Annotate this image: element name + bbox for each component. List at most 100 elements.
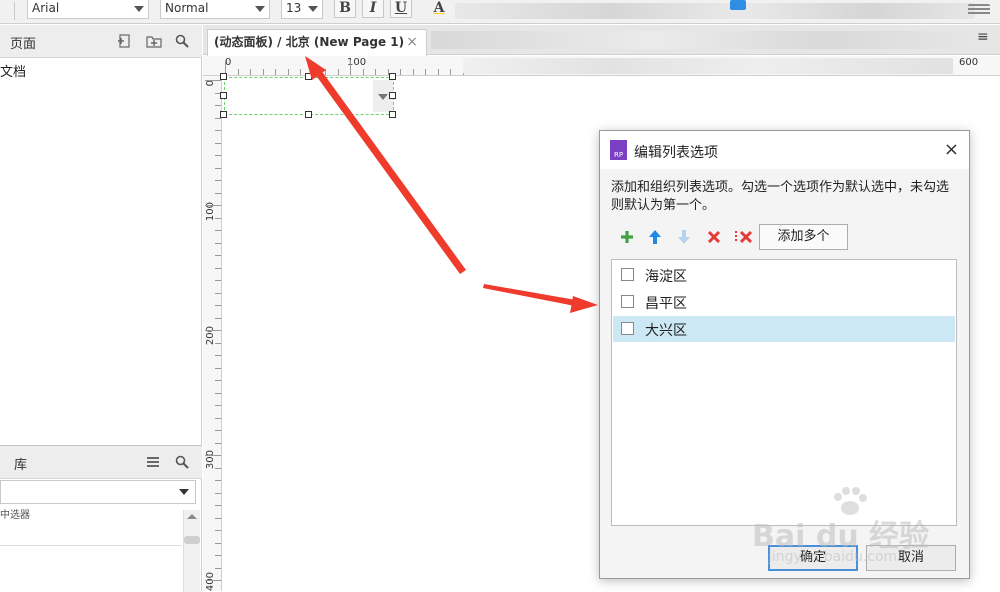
font-size-select[interactable]: 13 xyxy=(281,0,323,19)
ruler-tick xyxy=(215,392,221,394)
arrow-up-icon[interactable] xyxy=(647,229,663,245)
ruler-tick xyxy=(205,580,221,581)
search-icon[interactable] xyxy=(175,34,189,48)
delete-all-icon[interactable] xyxy=(734,229,754,245)
ruler-tick xyxy=(215,142,221,144)
watermark-url: jingyan.baidu.com xyxy=(768,549,898,565)
search-icon[interactable] xyxy=(175,455,189,469)
ruler-tick xyxy=(215,567,221,569)
ruler-tick xyxy=(362,69,364,75)
baidu-watermark: Bai du 经验 jingyan.baidu.com xyxy=(752,487,952,569)
option-checkbox[interactable] xyxy=(621,295,634,308)
ruler-tick xyxy=(215,367,221,369)
resize-handle[interactable] xyxy=(389,111,396,118)
ruler-tick xyxy=(437,69,439,75)
ruler-tick xyxy=(215,380,221,381)
ruler-tick xyxy=(215,405,221,406)
option-label: 海淀区 xyxy=(645,269,687,285)
page-tree-item-document[interactable]: 文档 xyxy=(0,61,26,80)
document-tab-bar: (动态面板) / 北京 (New Page 1) × ≡ xyxy=(203,25,1000,56)
close-icon[interactable]: × xyxy=(406,30,418,54)
chevron-down-icon xyxy=(308,6,318,12)
bold-button[interactable]: B xyxy=(334,0,356,18)
more-options-icon[interactable] xyxy=(968,4,990,16)
tab-new-page-1[interactable]: (动态面板) / 北京 (New Page 1) × xyxy=(207,29,427,56)
tab-menu-icon[interactable]: ≡ xyxy=(977,29,989,45)
ruler-tick xyxy=(215,555,221,556)
scroll-up-icon[interactable] xyxy=(187,514,197,519)
ruler-tick xyxy=(425,69,426,75)
option-checkbox[interactable] xyxy=(621,322,634,335)
resize-handle[interactable] xyxy=(220,111,227,118)
ruler-tick xyxy=(215,167,221,169)
ruler-tick xyxy=(215,292,221,294)
ruler-tick xyxy=(400,69,401,75)
text-color-button[interactable]: A xyxy=(428,0,450,18)
ruler-label: 400 xyxy=(205,572,216,592)
ruler-tick xyxy=(215,355,221,356)
pages-panel-header: 页面 xyxy=(0,25,202,58)
ruler-tick xyxy=(215,430,221,431)
underline-button[interactable]: U xyxy=(390,0,412,18)
dropdown-widget[interactable] xyxy=(224,77,394,115)
italic-button[interactable]: I xyxy=(362,0,384,18)
scrollbar-thumb[interactable] xyxy=(184,536,200,544)
ruler-tick xyxy=(325,69,326,75)
ruler-tick xyxy=(215,192,221,194)
ruler-tick xyxy=(300,69,301,75)
ruler-tick xyxy=(275,69,276,75)
ruler-tick xyxy=(450,69,451,75)
ruler-tick xyxy=(215,130,221,131)
ruler-tick xyxy=(375,69,376,75)
chevron-down-icon xyxy=(179,489,189,495)
library-scrollbar[interactable] xyxy=(183,510,200,592)
ruler-tick xyxy=(312,69,314,75)
blurred-toolbar-area xyxy=(455,3,975,19)
list-item[interactable]: 大兴区 xyxy=(613,316,955,342)
font-family-select[interactable]: Arial xyxy=(27,0,149,19)
resize-handle[interactable] xyxy=(305,73,312,80)
close-icon[interactable]: × xyxy=(944,139,959,160)
resize-handle[interactable] xyxy=(220,73,227,80)
list-item[interactable]: 海淀区 xyxy=(613,262,955,288)
add-folder-icon[interactable] xyxy=(146,34,162,48)
ruler-tick xyxy=(215,467,221,469)
ruler-tick xyxy=(287,69,289,75)
ruler-tick xyxy=(215,492,221,494)
menu-icon[interactable] xyxy=(146,455,160,469)
ruler-tick xyxy=(337,69,339,75)
resize-handle[interactable] xyxy=(389,92,396,99)
ruler-tick xyxy=(412,69,414,75)
ruler-tick xyxy=(215,267,221,269)
font-family-value: Arial xyxy=(32,1,60,15)
ruler-tick xyxy=(215,317,221,319)
add-multiple-button[interactable]: 添加多个 xyxy=(759,224,848,250)
font-style-value: Normal xyxy=(165,1,209,15)
ruler-tick xyxy=(215,155,221,156)
ruler-tick xyxy=(215,255,221,256)
ruler-tick xyxy=(215,280,221,281)
plus-icon[interactable] xyxy=(619,229,635,245)
resize-handle[interactable] xyxy=(305,111,312,118)
library-select[interactable] xyxy=(0,480,196,504)
delete-icon[interactable] xyxy=(706,229,722,245)
dialog-description: 添加和组织列表选项。勾选一个选项作为默认选中，未勾选则默认为第一个。 xyxy=(611,180,950,213)
fill-color-icon[interactable] xyxy=(730,0,746,10)
font-style-select[interactable]: Normal xyxy=(160,0,270,19)
ruler-tick xyxy=(215,542,221,544)
app-logo-icon: RP xyxy=(610,140,627,160)
ruler-tick xyxy=(205,330,221,331)
resize-handle[interactable] xyxy=(389,73,396,80)
toolbar-separator xyxy=(14,2,15,20)
add-page-icon[interactable] xyxy=(117,34,131,48)
list-item[interactable]: 昌平区 xyxy=(613,289,955,315)
option-checkbox[interactable] xyxy=(621,268,634,281)
resize-handle[interactable] xyxy=(220,92,227,99)
arrow-down-icon[interactable] xyxy=(676,229,692,245)
library-panel-title: 库 xyxy=(14,458,28,473)
pages-panel: 页面 文档 xyxy=(0,25,202,445)
horizontal-ruler: 0 100 600 xyxy=(203,56,1000,76)
library-list-item[interactable]: 中选器 xyxy=(0,510,182,546)
ruler-tick xyxy=(215,505,221,506)
dialog-titlebar: RP 编辑列表选项 × xyxy=(600,131,969,169)
